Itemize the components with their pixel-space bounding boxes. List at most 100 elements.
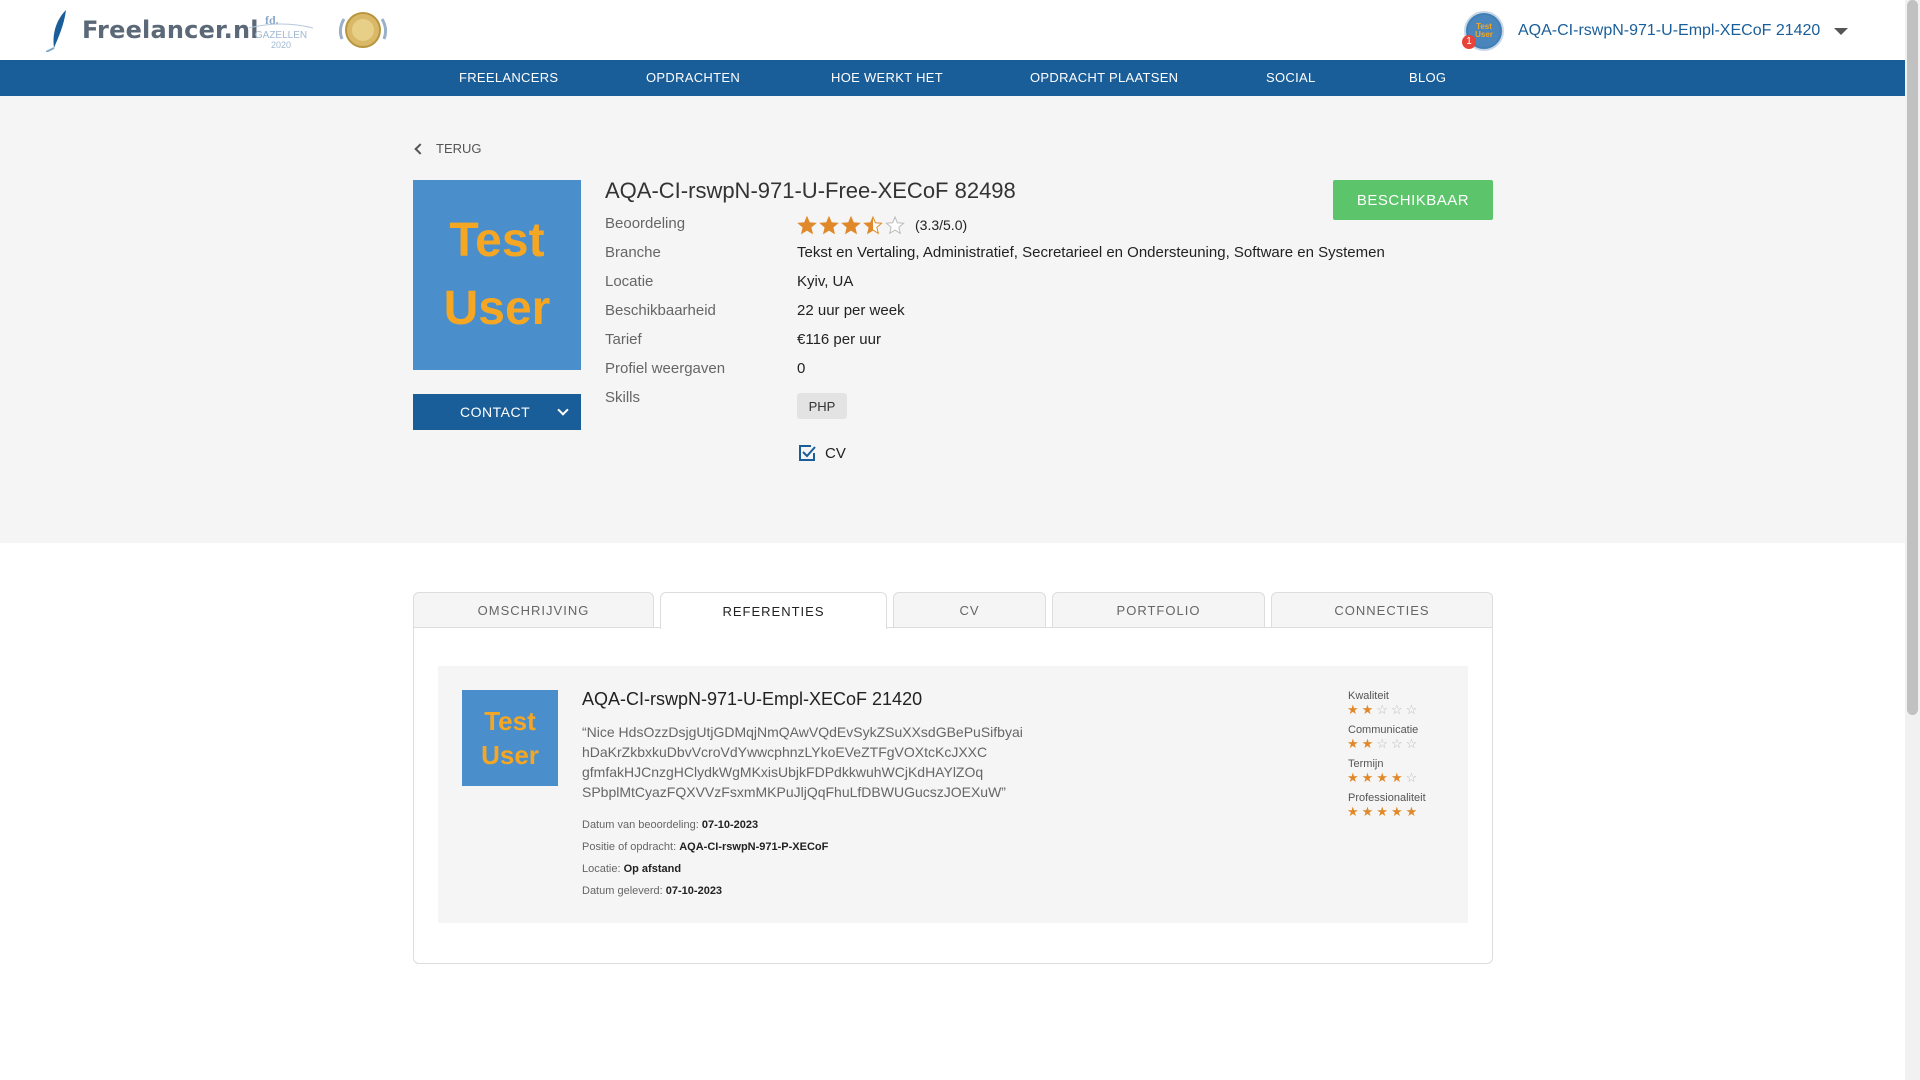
contact-label: CONTACT xyxy=(460,404,531,420)
score-star-icon: ★ xyxy=(1347,804,1362,819)
scrollbar-thumb[interactable] xyxy=(1907,0,1918,715)
score-star-icon: ☆ xyxy=(1390,702,1406,717)
score-stars-termijn: ★★★★☆ xyxy=(1347,770,1420,786)
rating-text: (3.3/5.0) xyxy=(915,217,968,233)
field-label-branche: Branche xyxy=(605,244,661,261)
score-label-professionaliteit: Professionaliteit xyxy=(1348,792,1426,804)
vertical-scrollbar[interactable] xyxy=(1905,0,1920,1080)
meta-value: AQA-CI-rswpN-971-P-XECoF xyxy=(679,841,829,853)
notification-badge[interactable]: 1 xyxy=(1462,35,1476,49)
field-value-locatie: Kyiv, UA xyxy=(797,273,854,290)
rating-star-icon xyxy=(841,215,861,235)
ref-meta-locatie: Locatie: Op afstand xyxy=(582,863,681,875)
back-link[interactable]: TERUG xyxy=(414,141,482,156)
rating-star-icon xyxy=(797,215,817,235)
field-label-beschikbaarheid: Beschikbaarheid xyxy=(605,302,716,319)
star-rating-icon xyxy=(797,215,905,235)
score-star-icon: ★ xyxy=(1390,770,1406,785)
award-seal-badge xyxy=(336,9,390,51)
meta-value: Op afstand xyxy=(623,863,682,875)
tab-cv[interactable]: CV xyxy=(893,592,1046,628)
tab-omschrijving[interactable]: OMSCHRIJVING xyxy=(413,592,654,628)
rating-stars: (3.3/5.0) xyxy=(797,215,967,235)
score-star-icon: ★ xyxy=(1390,804,1406,819)
user-name[interactable]: AQA-CI-rswpN-971-U-Empl-XECoF 21420 xyxy=(1518,22,1820,40)
ref-avatar-line-1: Test xyxy=(484,706,536,736)
fd-gazellen-badge: fd. GAZELLEN 2020 xyxy=(245,10,317,50)
caret-down-icon[interactable] xyxy=(1834,27,1849,35)
main-nav: FREELANCERS OPDRACHTEN HOE WERKT HET OPD… xyxy=(0,60,1905,96)
score-star-icon: ☆ xyxy=(1390,736,1406,751)
feather-logo-icon xyxy=(46,10,66,52)
score-star-icon: ★ xyxy=(1347,702,1362,717)
tab-portfolio[interactable]: PORTFOLIO xyxy=(1052,592,1265,628)
checkbox-checked-icon xyxy=(799,445,816,461)
nav-item-blog[interactable]: BLOG xyxy=(1409,60,1446,96)
field-label-beoordeling: Beoordeling xyxy=(605,215,686,232)
score-star-icon: ☆ xyxy=(1405,770,1421,785)
nav-item-freelancers[interactable]: FREELANCERS xyxy=(459,60,558,96)
cv-link[interactable]: CV xyxy=(797,443,846,463)
skill-chip[interactable]: PHP xyxy=(797,393,847,419)
score-label-termijn: Termijn xyxy=(1348,758,1384,770)
score-star-icon: ☆ xyxy=(1376,736,1391,751)
site-logo[interactable]: Freelancer.nl xyxy=(46,8,259,52)
score-star-icon: ☆ xyxy=(1405,702,1421,717)
logo-text: Freelancer.nl xyxy=(82,16,259,44)
field-value-profiel-weergaven: 0 xyxy=(797,360,806,377)
profile-avatar: Test User xyxy=(413,180,581,370)
ref-meta-datum-geleverd: Datum geleverd: 07-10-2023 xyxy=(582,885,722,897)
score-label-kwaliteit: Kwaliteit xyxy=(1348,690,1389,702)
nav-item-social[interactable]: SOCIAL xyxy=(1266,60,1315,96)
reference-name: AQA-CI-rswpN-971-U-Empl-XECoF 21420 xyxy=(582,689,923,709)
profile-section xyxy=(0,96,1905,543)
reference-quote: “Nice HdsOzzDsjgUtjGDMqjNmQAwVQdEvSykZSu… xyxy=(582,724,1023,800)
meta-label: Locatie: xyxy=(582,863,621,875)
contact-button[interactable]: CONTACT xyxy=(413,394,581,430)
svg-text:2020: 2020 xyxy=(271,40,291,50)
score-star-icon: ★ xyxy=(1405,804,1421,819)
meta-label: Datum van beoordeling: xyxy=(582,819,699,831)
nav-item-hoe-werkt-het[interactable]: HOE WERKT HET xyxy=(831,60,943,96)
nav-item-opdracht-plaatsen[interactable]: OPDRACHT PLAATSEN xyxy=(1030,60,1178,96)
score-stars-professionaliteit: ★★★★★ xyxy=(1347,804,1420,820)
meta-value: 07-10-2023 xyxy=(701,819,759,831)
cv-label: CV xyxy=(825,444,846,462)
user-menu[interactable]: Test User AQA-CI-rswpN-971-U-Empl-XECoF … xyxy=(1464,11,1849,51)
profile-name: AQA-CI-rswpN-971-U-Free-XECoF 82498 xyxy=(605,178,1016,203)
rating-star-icon xyxy=(863,215,883,235)
tab-connecties[interactable]: CONNECTIES xyxy=(1271,592,1493,628)
meta-label: Datum geleverd: xyxy=(582,885,663,897)
field-label-tarief: Tarief xyxy=(605,331,642,348)
ref-avatar-line-2: User xyxy=(481,740,539,770)
field-label-skills: Skills xyxy=(605,389,641,406)
score-label-communicatie: Communicatie xyxy=(1348,724,1419,736)
score-stars-communicatie: ★★☆☆☆ xyxy=(1347,736,1420,752)
site-header: Freelancer.nl fd. GAZELLEN 2020 Test Use… xyxy=(0,0,1905,60)
field-label-profiel-weergaven: Profiel weergaven xyxy=(605,360,726,377)
availability-button[interactable]: BESCHIKBAAR xyxy=(1333,180,1493,220)
chevron-left-icon xyxy=(414,142,426,155)
nav-item-opdrachten[interactable]: OPDRACHTEN xyxy=(646,60,740,96)
score-star-icon: ☆ xyxy=(1376,702,1391,717)
score-star-icon: ☆ xyxy=(1405,736,1421,751)
avatar-line-2: User xyxy=(443,282,551,335)
ref-meta-positie: Positie of opdracht: AQA-CI-rswpN-971-P-… xyxy=(582,841,828,853)
score-star-icon: ★ xyxy=(1347,736,1362,751)
field-value-branche: Tekst en Vertaling, Administratief, Secr… xyxy=(797,244,1385,261)
field-value-tarief: €116 per uur xyxy=(797,331,881,348)
tab-referenties[interactable]: REFERENTIES xyxy=(660,592,887,629)
ref-meta-datum-beoordeling: Datum van beoordeling: 07-10-2023 xyxy=(582,819,758,831)
field-label-locatie: Locatie xyxy=(605,273,654,290)
score-star-icon: ★ xyxy=(1361,736,1377,751)
avatar-line-1: Test xyxy=(449,214,545,267)
reference-avatar: Test User xyxy=(462,690,558,786)
score-star-icon: ★ xyxy=(1376,770,1391,785)
rating-star-icon xyxy=(819,215,839,235)
back-label: TERUG xyxy=(436,141,482,156)
meta-label: Positie of opdracht: xyxy=(582,841,677,853)
chevron-down-icon xyxy=(557,404,569,416)
field-value-beschikbaarheid: 22 uur per week xyxy=(797,302,905,319)
score-star-icon: ★ xyxy=(1361,702,1377,717)
score-star-icon: ★ xyxy=(1361,770,1377,785)
